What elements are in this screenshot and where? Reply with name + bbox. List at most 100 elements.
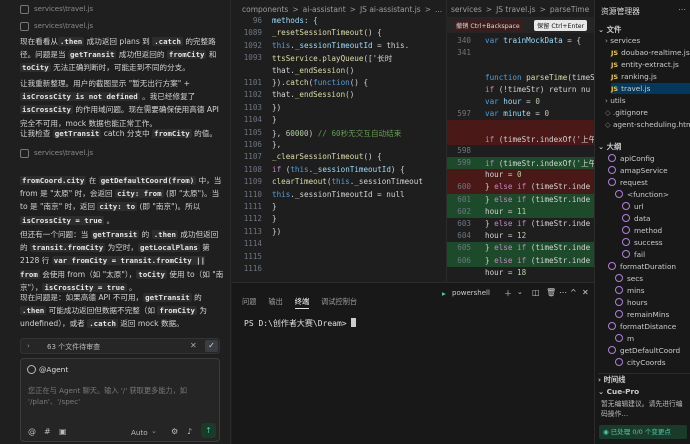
more-icon[interactable]: ⋯ — [678, 5, 686, 14]
at-mention-icon[interactable]: @ — [28, 427, 36, 436]
outline-item[interactable]: url — [622, 201, 644, 212]
outline-item[interactable]: cityCoords — [615, 357, 666, 368]
code-line[interactable]: this._sessionTimeoutId = null — [272, 190, 405, 199]
outline-item[interactable]: amapService — [608, 165, 668, 176]
outline-item[interactable]: getDefaultCoord — [608, 345, 680, 356]
code-line[interactable]: _clearSessionTimeout() { — [272, 152, 382, 161]
outline-item[interactable]: apiConfig — [608, 153, 655, 164]
outline-item[interactable]: request — [608, 177, 648, 188]
code-line[interactable]: hour = 11 — [485, 207, 526, 216]
discard-change-button[interactable]: 撤销 Ctrl+Backspace — [453, 20, 523, 31]
editor-ai-assistant[interactable]: components > ai-assistant > JS ai-assistant.… — [232, 0, 445, 282]
breadcrumb-segment[interactable]: > — [350, 5, 356, 14]
shell-name[interactable]: powershell — [452, 289, 490, 297]
outline-item[interactable]: mins — [615, 285, 645, 296]
code-line[interactable]: }) — [272, 103, 281, 112]
microphone-icon[interactable]: ♪ — [187, 427, 192, 436]
terminal-panel[interactable]: 问题 输出 终端 调试控制台 ▸ powershell ＋ ⌄ ◫ 🗑 ⋯ ^ ✕ P… — [232, 282, 594, 444]
editor-travel-js[interactable]: services > JS travel.js > parseTime 撤销 Ctrl+… — [446, 0, 595, 282]
tree-item-services[interactable]: › services — [605, 35, 640, 46]
terminal-prompt[interactable]: PS D:\创作者大赛\Dream> — [244, 318, 357, 329]
breadcrumb-segment[interactable]: JS travel.js — [496, 5, 536, 14]
breadcrumb-segment[interactable]: services — [451, 5, 482, 14]
panel-tab[interactable]: 问题 — [242, 297, 256, 306]
code-line[interactable]: methods: { — [272, 16, 318, 25]
code-line[interactable]: }, — [272, 140, 281, 149]
code-line[interactable]: hour = 18 — [485, 268, 526, 277]
settings-icon[interactable]: ⚙ — [171, 427, 178, 436]
code-area[interactable]: 96 methods: {1089 _resetSessionTimeout()… — [232, 16, 445, 280]
breadcrumb-segment[interactable]: > — [425, 5, 431, 14]
code-line[interactable]: _resetSessionTimeout() { — [272, 28, 382, 37]
tree-item-ranking-js[interactable]: JS ranking.js — [611, 71, 657, 82]
code-line[interactable]: } — [272, 202, 277, 211]
outline-item[interactable]: success — [622, 237, 663, 248]
tree-item-travel-js[interactable]: JS travel.js — [611, 83, 690, 94]
outline-item[interactable]: <function> — [615, 189, 669, 200]
panel-tab[interactable]: 调试控制台 — [321, 297, 357, 306]
code-line[interactable]: } else if (timeStr.inde — [485, 243, 590, 252]
breadcrumb-segment[interactable]: ... — [435, 5, 442, 14]
code-area[interactable]: 340 var trainMockData = {341 function pars… — [447, 36, 595, 282]
code-line[interactable]: } else if (timeStr.inde — [485, 256, 590, 265]
breadcrumb-segment[interactable]: ai-assistant — [303, 5, 346, 14]
panel-tab[interactable]: 输出 — [268, 297, 282, 306]
code-line[interactable]: this._sessionTimeoutId = this. — [272, 41, 409, 50]
breadcrumb-segment[interactable]: > — [540, 5, 546, 14]
file-reference-chip[interactable]: services\travel.js — [20, 2, 93, 16]
code-line[interactable]: } else if (timeStr.inde — [485, 195, 590, 204]
tree-item-entity-extract-js[interactable]: JS entity-extract.js — [611, 59, 679, 70]
file-reference-chip[interactable]: services\travel.js — [20, 146, 93, 160]
code-line[interactable]: that._endSession() — [272, 90, 354, 99]
code-line[interactable]: clearTimeout(this._sessionTimeout — [272, 177, 423, 186]
breadcrumb-segment[interactable]: parseTime — [550, 5, 589, 14]
code-line[interactable]: hour = 0 — [485, 170, 522, 179]
close-icon[interactable]: ✕ — [582, 288, 589, 297]
breadcrumb-segment[interactable]: > — [292, 5, 298, 14]
code-line[interactable]: var trainMockData = { — [485, 36, 581, 45]
code-line[interactable]: } — [272, 115, 277, 124]
chevron-down-icon[interactable]: ⌄ — [517, 288, 523, 296]
tree-item-utils[interactable]: › utils — [605, 95, 626, 106]
outline-item[interactable]: secs — [615, 273, 643, 284]
cuepro-section-header[interactable]: ⌄ Cue-Pro — [598, 386, 639, 397]
more-icon[interactable]: ⋯ — [559, 288, 567, 297]
code-line[interactable]: function parseTime(timeSt — [485, 73, 595, 82]
keep-change-button[interactable]: 保留 Ctrl+Enter — [534, 20, 588, 31]
send-button[interactable]: ↑ — [201, 423, 216, 438]
breadcrumb[interactable]: services > JS travel.js > parseTime — [451, 5, 593, 14]
code-line[interactable]: }) — [272, 227, 281, 236]
breadcrumb[interactable]: components > ai-assistant > JS ai-assistant.… — [242, 5, 446, 14]
review-files-bar[interactable]: › 63 个文件待审查 ✕ ✓ — [20, 338, 220, 354]
new-terminal-icon[interactable]: ＋ — [504, 288, 512, 299]
outline-item[interactable]: hours — [615, 297, 648, 308]
tree-item--gitignore[interactable]: ◇ .gitignore — [605, 107, 648, 118]
code-line[interactable]: that._endSession() — [272, 66, 354, 75]
breadcrumb-segment[interactable]: > — [486, 5, 492, 14]
outline-item[interactable]: remainMins — [615, 309, 669, 320]
code-line[interactable]: if (timeStr.indexOf('上午 — [485, 134, 595, 145]
outline-item[interactable]: data — [622, 213, 650, 224]
tree-item-doubao-realtime-js[interactable]: JS doubao-realtime.js — [611, 47, 690, 58]
code-line[interactable]: ttsService.playQueue(['长时 — [272, 53, 392, 64]
accept-all-icon[interactable]: ✓ — [205, 340, 218, 352]
outline-item[interactable]: formatDistance — [608, 321, 676, 332]
code-line[interactable]: if (timeStr.indexOf('上午 — [485, 158, 595, 169]
split-terminal-icon[interactable]: ◫ — [532, 288, 540, 297]
image-attach-icon[interactable]: ▣ — [59, 427, 67, 436]
panel-tab[interactable]: 终端 — [294, 297, 310, 309]
tree-item-agent-scheduling-html[interactable]: ◇ agent-scheduling.html — [605, 119, 690, 130]
code-line[interactable]: if (!timeStr) return nu — [485, 85, 590, 94]
outline-item[interactable]: m — [615, 333, 634, 344]
outline-section-header[interactable]: ⌄ 大纲 — [598, 141, 621, 152]
outline-item[interactable]: method — [622, 225, 662, 236]
chat-input-placeholder[interactable]: 您正在与 Agent 聊天。输入 '/' 获取更多能力，如 '/plan'、'/… — [28, 385, 214, 407]
file-reference-chip[interactable]: services\travel.js — [20, 19, 93, 33]
kill-terminal-icon[interactable]: 🗑 — [546, 288, 556, 297]
files-section-header[interactable]: ⌄ 文件 — [598, 24, 621, 35]
chat-input-box[interactable]: @Agent 您正在与 Agent 聊天。输入 '/' 获取更多能力，如 '/p… — [20, 358, 220, 442]
code-line[interactable]: var hour = 0 — [485, 97, 540, 106]
code-line[interactable]: }).catch(function() { — [272, 78, 368, 87]
agent-selector[interactable]: @Agent — [39, 365, 68, 374]
code-line[interactable]: }, 60000) // 60秒无交互自动结束 — [272, 128, 401, 139]
